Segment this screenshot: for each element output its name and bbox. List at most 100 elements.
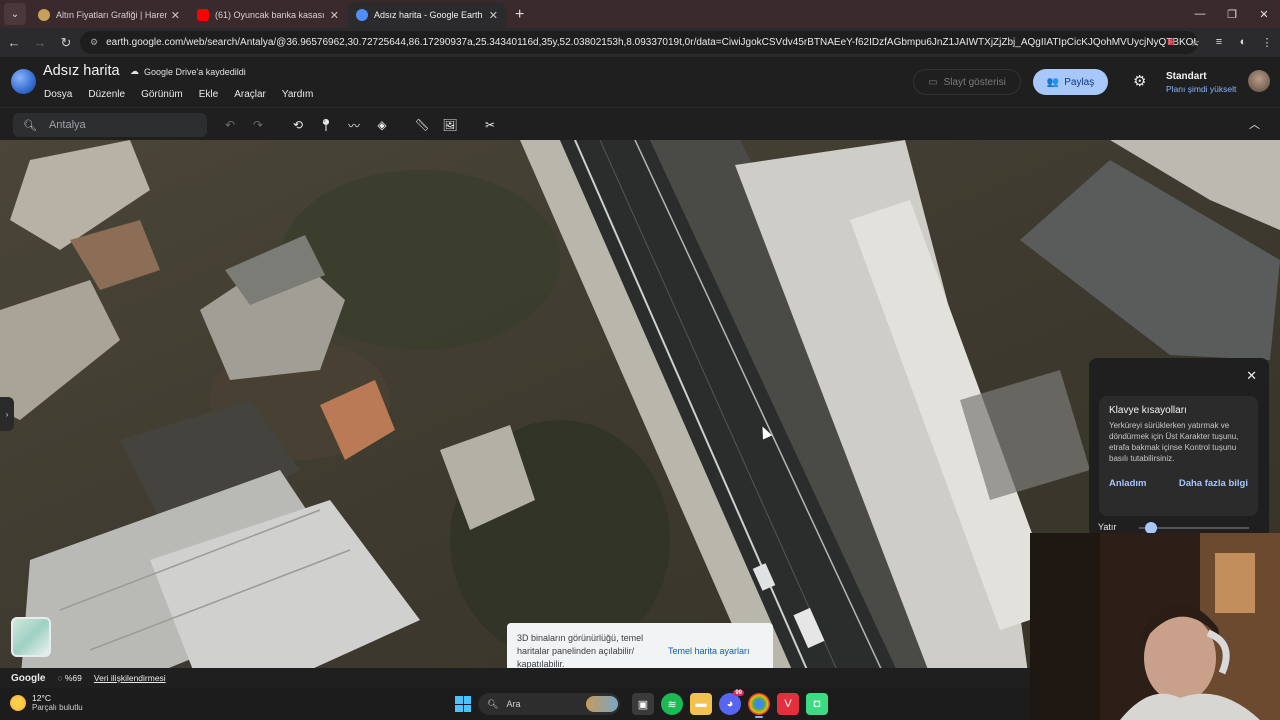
- tab-title: (61) Oyuncak banka kasası ince: [215, 10, 326, 20]
- got-it-button[interactable]: Anladım: [1109, 478, 1146, 489]
- browser-actions: ◙ ☆ ≡ ◐ ⋮: [1162, 31, 1276, 53]
- browser-tab-strip: ⌄ Altın Fiyatları Grafiği | Harem Al ✕ (…: [0, 0, 1280, 28]
- tab-close-icon[interactable]: ✕: [330, 9, 339, 22]
- share-button[interactable]: 👥 Paylaş: [1033, 69, 1108, 95]
- taskbar-search-box[interactable]: 🔍︎ Ara: [478, 693, 620, 715]
- shortcuts-title: Klavye kısayolları: [1109, 405, 1187, 416]
- basemap-layer-thumbnail[interactable]: [11, 617, 51, 657]
- menu-file[interactable]: Dosya: [44, 89, 72, 100]
- search-icon: 🔍︎: [487, 698, 499, 709]
- menu-edit[interactable]: Düzenle: [88, 89, 125, 100]
- earth-toolbar: 🔍︎ Antalya ↶ ↷ ⟲ 📍︎ 〰 ◈ 📏︎ 🖼︎ ✂ ︿: [0, 107, 1280, 140]
- url-text: earth.google.com/web/search/Antalya/@36.…: [106, 37, 1198, 48]
- plan-name: Standart: [1166, 71, 1207, 82]
- menu-insert[interactable]: Ekle: [199, 89, 218, 100]
- add-image-icon[interactable]: 🖼︎: [438, 114, 462, 136]
- tab-close-icon[interactable]: ✕: [489, 9, 498, 22]
- tab-close-icon[interactable]: ✕: [171, 9, 180, 22]
- back-arrow-icon[interactable]: ←: [2, 31, 26, 55]
- tab-search-button[interactable]: ⌄: [4, 3, 26, 25]
- search-highlight-art: [586, 696, 618, 712]
- weather-widget[interactable]: 12°C Parçalı bulutlu: [10, 693, 83, 712]
- discord-icon[interactable]: ◕ 99: [719, 690, 744, 715]
- file-explorer-icon[interactable]: ▬: [690, 693, 712, 715]
- browser-toolbar: ← → ↻ ⚙ earth.google.com/web/search/Anta…: [0, 28, 1280, 57]
- search-input[interactable]: 🔍︎ Antalya: [13, 113, 207, 137]
- map-status-bar: Google ◌ %69 Veri ilişkilendirmesi: [0, 668, 1030, 688]
- new-tab-plus-icon[interactable]: +: [515, 6, 524, 24]
- menu-bar: Dosya Düzenle Görünüm Ekle Araçlar Yardı…: [44, 89, 329, 100]
- maximize-icon[interactable]: ❐: [1216, 0, 1248, 28]
- windows-start-icon[interactable]: [455, 696, 471, 712]
- google-earth-logo-icon[interactable]: [11, 69, 36, 94]
- data-attribution-link[interactable]: Veri ilişkilendirmesi: [94, 673, 166, 683]
- earth-header: Adsız harita ☁ Google Drive'a kaydedildi…: [0, 57, 1280, 107]
- valorant-icon[interactable]: V: [777, 693, 799, 715]
- window-controls: — ❐ ✕: [1184, 0, 1280, 28]
- youtube-favicon-icon: [197, 9, 209, 21]
- discord-badge: 99: [733, 690, 744, 696]
- browser-tab-youtube[interactable]: (61) Oyuncak banka kasası ince ✕: [189, 2, 347, 28]
- google-earth-favicon-icon: [356, 9, 368, 21]
- bookmark-star-icon[interactable]: ☆: [1186, 31, 1204, 53]
- loading-indicator: ◌ %69: [57, 673, 82, 683]
- save-status: ☁ Google Drive'a kaydedildi: [130, 66, 246, 77]
- shortcuts-body: Yerküreyi sürüklerken yatırmak ve döndür…: [1109, 421, 1239, 463]
- extension-icon[interactable]: ◙: [1162, 31, 1180, 53]
- draw-path-icon[interactable]: 〰: [342, 114, 366, 136]
- basemap-settings-link[interactable]: Temel harita ayarları: [668, 646, 750, 656]
- windows-taskbar: 12°C Parçalı bulutlu 🔍︎ Ara ▣ ≋ ▬ ◕ 99 V …: [0, 688, 1030, 720]
- site-info-icon[interactable]: ⚙: [90, 37, 98, 48]
- browser-tab-google-earth[interactable]: Adsız harita - Google Earth ✕: [348, 2, 506, 28]
- settings-gear-icon[interactable]: ⚙: [1133, 72, 1146, 90]
- menu-help[interactable]: Yardım: [282, 89, 314, 100]
- browser-tab-gold[interactable]: Altın Fiyatları Grafiği | Harem Al ✕: [30, 2, 188, 28]
- layers-icon[interactable]: ◈: [370, 114, 394, 136]
- toolbar-divider: [274, 114, 282, 136]
- minimize-icon[interactable]: —: [1184, 0, 1216, 28]
- feedback-tools-icon[interactable]: ✂: [478, 114, 502, 136]
- close-window-icon[interactable]: ✕: [1248, 0, 1280, 28]
- side-panel-toggle-chevron-right-icon[interactable]: ›: [0, 397, 14, 431]
- android-app-icon[interactable]: ◘: [806, 693, 828, 715]
- plan-upgrade-link[interactable]: Planı şimdi yükselt: [1166, 84, 1236, 94]
- menu-kebab-icon[interactable]: ⋮: [1258, 31, 1276, 53]
- menu-tools[interactable]: Araçlar: [234, 89, 266, 100]
- plan-info[interactable]: Standart Planı şimdi yükselt: [1166, 71, 1236, 94]
- measure-ruler-icon[interactable]: 📏︎: [410, 114, 434, 136]
- learn-more-link[interactable]: Daha fazla bilgi: [1179, 478, 1248, 489]
- shortcuts-actions: Anladım Daha fazla bilgi: [1109, 478, 1248, 489]
- weather-condition: Parçalı bulutlu: [32, 703, 83, 712]
- toast-message: 3D binaların görünürlüğü, temel haritala…: [517, 633, 644, 669]
- spotify-icon[interactable]: ≋: [661, 693, 683, 715]
- search-value: Antalya: [48, 119, 86, 131]
- redo-icon[interactable]: ↷: [246, 114, 270, 136]
- history-icon[interactable]: ⟲: [286, 114, 310, 136]
- slideshow-icon: ▭: [928, 76, 938, 88]
- google-logo: Google: [11, 672, 46, 684]
- collapse-chevron-up-icon[interactable]: ︿: [1249, 116, 1260, 132]
- chrome-icon[interactable]: [748, 693, 770, 718]
- menu-view[interactable]: Görünüm: [141, 89, 183, 100]
- account-avatar[interactable]: [1248, 70, 1270, 92]
- task-view-icon[interactable]: ▣: [632, 693, 654, 715]
- keyboard-shortcuts-panel: ✕ Klavye kısayolları Yerküreyi sürüklerk…: [1089, 358, 1269, 538]
- partly-cloudy-weather-icon: [10, 694, 26, 711]
- address-bar[interactable]: ⚙ earth.google.com/web/search/Antalya/@3…: [80, 31, 1198, 54]
- reload-icon[interactable]: ↻: [54, 31, 78, 55]
- taskbar-search-placeholder: Ara: [506, 699, 521, 709]
- undo-icon[interactable]: ↶: [218, 114, 242, 136]
- add-placemark-icon[interactable]: 📍︎: [314, 114, 338, 136]
- tilt-label: Yatır: [1098, 522, 1117, 532]
- loading-percent: %69: [64, 673, 82, 683]
- profile-icon[interactable]: ◐: [1234, 31, 1252, 53]
- close-icon[interactable]: ✕: [1246, 368, 1257, 384]
- forward-arrow-icon[interactable]: →: [28, 31, 52, 55]
- tab-title: Altın Fiyatları Grafiği | Harem Al: [56, 10, 167, 20]
- reading-list-icon[interactable]: ≡: [1210, 31, 1228, 53]
- slideshow-button[interactable]: ▭ Slayt gösterisi: [913, 69, 1021, 95]
- document-title[interactable]: Adsız harita: [43, 63, 120, 79]
- temperature: 12°C: [32, 693, 51, 703]
- gold-site-favicon-icon: [38, 9, 50, 21]
- toolbar-divider: [398, 114, 406, 136]
